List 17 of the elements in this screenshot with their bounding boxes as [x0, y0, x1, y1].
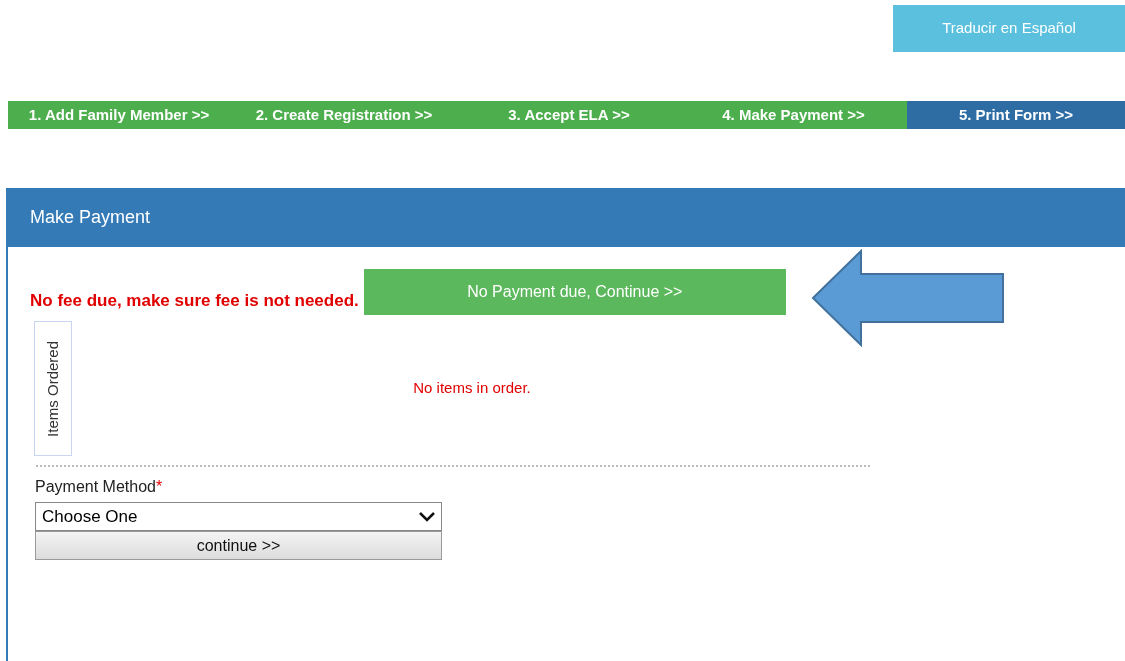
- panel-header: Make Payment: [8, 188, 1125, 247]
- empty-message: No items in order.: [413, 378, 531, 399]
- payment-method-label: Payment Method: [35, 478, 156, 495]
- required-mark: *: [155, 478, 163, 495]
- step-tab[interactable]: 1. Add Family Member >>: [8, 101, 230, 129]
- translate-button[interactable]: Traducir en Español: [893, 5, 1125, 52]
- step-tab[interactable]: 5. Print Form >>: [907, 101, 1125, 129]
- step-tab[interactable]: 2. Create Registration >>: [230, 101, 458, 129]
- step-tab[interactable]: 4. Make Payment >>: [680, 101, 907, 129]
- payment-method-select[interactable]: Choose One: [35, 502, 442, 531]
- items-legend: Items Ordered: [34, 321, 72, 456]
- chevron-down-icon: [419, 511, 435, 522]
- step-tab[interactable]: 3. Accept ELA >>: [458, 101, 680, 129]
- continue-button[interactable]: continue >>: [35, 531, 442, 560]
- no-payment-continue-button[interactable]: No Payment due, Continue >>: [363, 269, 786, 315]
- notice-text: No fee due, make sure fee is not needed.: [30, 289, 359, 312]
- left-arrow-icon: [810, 249, 1006, 347]
